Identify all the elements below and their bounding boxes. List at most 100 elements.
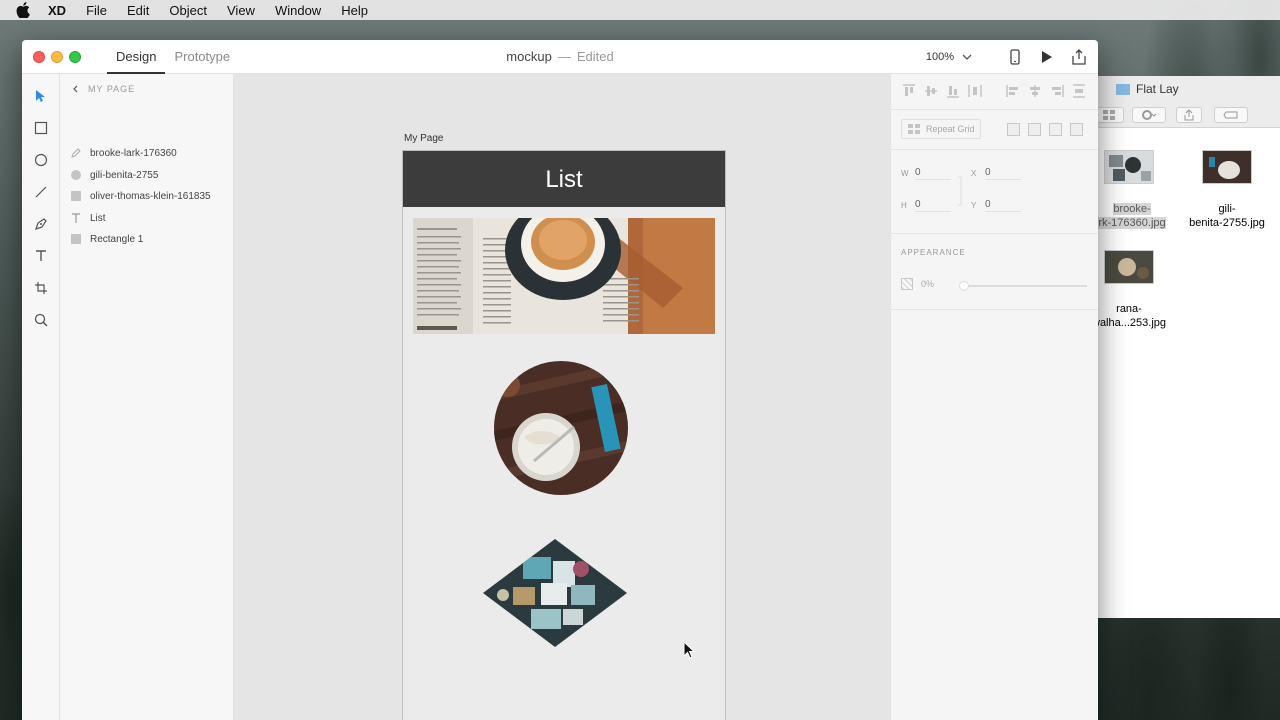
y-value[interactable]: 0	[985, 199, 1021, 212]
image-rectangle[interactable]	[413, 218, 715, 334]
opacity-slider-track[interactable]	[963, 285, 1087, 287]
width-field[interactable]: W 0	[901, 167, 951, 180]
apple-icon[interactable]	[16, 2, 32, 18]
rectangle-tool-icon[interactable]	[31, 118, 51, 138]
height-field[interactable]: H 0	[901, 199, 951, 212]
tab-design[interactable]: Design	[107, 40, 166, 74]
file-name-brooke[interactable]: brooke- rk-176360.jpg	[1092, 202, 1172, 230]
menu-edit[interactable]: Edit	[127, 3, 149, 18]
device-preview-icon[interactable]	[1006, 48, 1024, 66]
layer-item[interactable]: gili-benita-2755	[70, 165, 158, 185]
maximize-button[interactable]	[69, 50, 81, 63]
layer-item[interactable]: brooke-lark-176360	[70, 143, 177, 163]
distribute-horizontal-icon[interactable]	[968, 84, 982, 98]
pen-tool-icon[interactable]	[31, 214, 51, 234]
file-name-rana[interactable]: rana- walha...253.jpg	[1092, 302, 1166, 330]
opacity-slider-thumb[interactable]	[959, 281, 969, 291]
layer-label: gili-benita-2755	[90, 169, 159, 181]
artboard-tool-icon[interactable]	[31, 278, 51, 298]
ellipse-tool-icon[interactable]	[31, 150, 51, 170]
window-controls	[33, 50, 87, 63]
select-tool-icon[interactable]	[31, 86, 51, 106]
opacity-control[interactable]: 0%	[901, 278, 934, 290]
artboard-header[interactable]: List	[403, 151, 725, 207]
title-bar: Design Prototype mockup — Edited 100%	[22, 40, 1098, 74]
menu-file[interactable]: File	[86, 3, 107, 18]
finder-toolbar	[1094, 102, 1280, 128]
lock-proportions-icon[interactable]	[957, 176, 965, 206]
repeat-grid-label: Repeat Grid	[926, 124, 975, 134]
artboard-label[interactable]: My Page	[404, 133, 443, 144]
layer-item[interactable]: Rectangle 1	[70, 229, 143, 249]
exclude-icon[interactable]	[1070, 123, 1083, 136]
appearance-title: APPEARANCE	[901, 248, 966, 257]
menu-window[interactable]: Window	[275, 3, 321, 18]
opacity-value[interactable]: 0%	[921, 279, 934, 289]
file-thumbnail-brooke[interactable]	[1104, 150, 1154, 184]
align-left-icon[interactable]	[1006, 84, 1020, 98]
align-middle-icon[interactable]	[924, 84, 938, 98]
file-thumbnail-gili[interactable]	[1202, 150, 1252, 184]
line-tool-icon[interactable]	[31, 182, 51, 202]
tab-prototype[interactable]: Prototype	[165, 40, 239, 74]
layers-heading: MY PAGE	[88, 84, 136, 94]
height-value[interactable]: 0	[915, 199, 951, 212]
union-icon[interactable]	[1007, 123, 1020, 136]
doc-separator: —	[557, 49, 571, 64]
file-name-line: rk-176360.jpg	[1098, 217, 1166, 229]
distribute-vertical-icon[interactable]	[1072, 84, 1086, 98]
action-gear-button[interactable]	[1132, 107, 1166, 123]
canvas[interactable]: My Page List	[234, 74, 890, 720]
align-top-icon[interactable]	[902, 84, 916, 98]
zoom-tool-icon[interactable]	[31, 310, 51, 330]
x-value[interactable]: 0	[985, 167, 1021, 180]
property-inspector: Repeat Grid W 0 X 0 H 0 Y 0 APPEARANCE 0…	[890, 74, 1098, 720]
file-name-line: rana-	[1116, 303, 1142, 315]
share-icon[interactable]	[1070, 48, 1088, 66]
menu-help[interactable]: Help	[341, 3, 368, 18]
mouse-cursor-icon	[683, 640, 696, 664]
repeat-grid-row: Repeat Grid	[891, 110, 1098, 150]
x-field[interactable]: X 0	[971, 167, 1021, 180]
view-options-button[interactable]	[1094, 107, 1124, 123]
file-thumbnail-rana[interactable]	[1104, 250, 1154, 284]
pen-icon	[70, 147, 82, 159]
file-name-gili[interactable]: gili- benita-2755.jpg	[1186, 202, 1268, 230]
close-button[interactable]	[33, 50, 45, 63]
image-circle[interactable]	[494, 361, 628, 495]
align-center-icon[interactable]	[1028, 84, 1042, 98]
menu-view[interactable]: View	[227, 3, 255, 18]
share-button[interactable]	[1176, 107, 1202, 123]
zoom-level[interactable]: 100%	[926, 51, 954, 63]
subtract-icon[interactable]	[1028, 123, 1041, 136]
layer-item[interactable]: List	[70, 208, 106, 228]
repeat-grid-button[interactable]: Repeat Grid	[901, 119, 981, 139]
layer-label: oliver-thomas-klein-161835	[90, 190, 211, 202]
minimize-button[interactable]	[51, 50, 63, 63]
play-icon[interactable]	[1038, 48, 1056, 66]
artboard[interactable]: List	[402, 150, 726, 720]
layers-breadcrumb[interactable]: MY PAGE	[72, 84, 135, 94]
opacity-icon	[901, 278, 913, 290]
align-toolbar	[891, 74, 1098, 110]
tags-button[interactable]	[1214, 107, 1248, 123]
image-diamond[interactable]	[483, 539, 627, 647]
layers-panel: MY PAGE brooke-lark-176360 gili-benita-2…	[60, 74, 234, 720]
xd-window: Design Prototype mockup — Edited 100% MY P…	[22, 40, 1098, 720]
menu-object[interactable]: Object	[169, 3, 207, 18]
appearance-section: APPEARANCE 0%	[891, 234, 1098, 310]
layer-label: List	[90, 212, 106, 224]
menu-app-name[interactable]: XD	[48, 3, 66, 18]
width-value[interactable]: 0	[915, 167, 951, 180]
chevron-left-icon[interactable]	[72, 85, 78, 93]
chevron-down-icon[interactable]	[962, 54, 972, 60]
layer-item[interactable]: oliver-thomas-klein-161835	[70, 186, 211, 206]
header-title[interactable]: List	[545, 166, 582, 193]
intersect-icon[interactable]	[1049, 123, 1062, 136]
align-right-icon[interactable]	[1050, 84, 1064, 98]
doc-status: Edited	[576, 49, 614, 64]
align-bottom-icon[interactable]	[946, 84, 960, 98]
y-field[interactable]: Y 0	[971, 199, 1021, 212]
rectangle-icon	[70, 233, 82, 245]
text-tool-icon[interactable]	[31, 246, 51, 266]
